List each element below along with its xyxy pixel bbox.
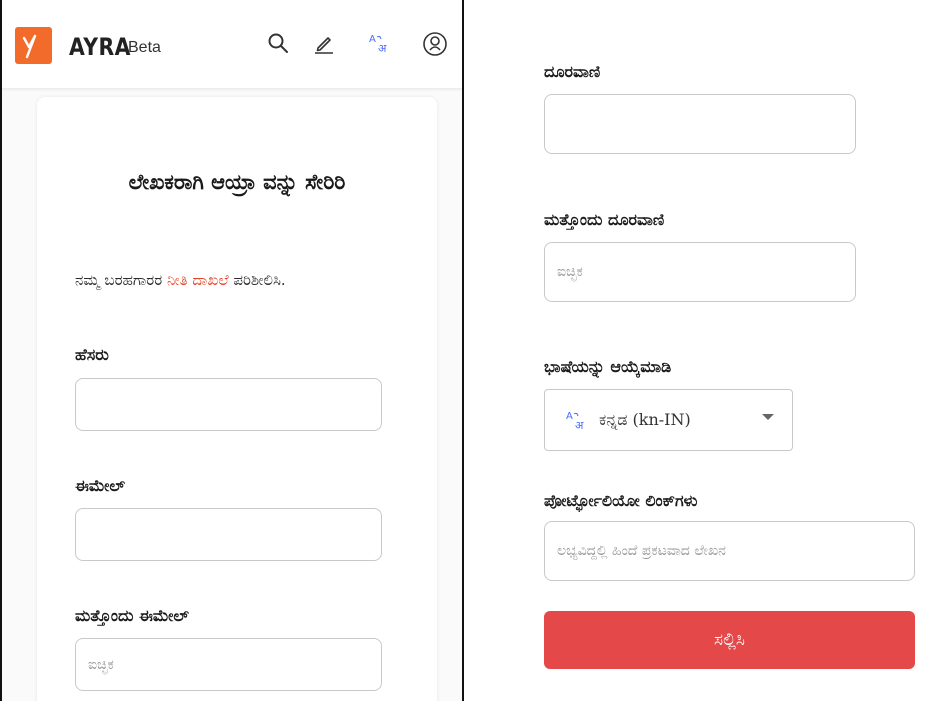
phone-label: ದೂರವಾಣಿ [544,62,601,81]
alt-phone-label: ಮತ್ತೊಂದು ದೂರವಾಣಿ [544,210,665,229]
svg-text:अ: अ [378,42,387,55]
alt-email-input[interactable]: ಐಚ್ಛಿಕ [75,638,382,691]
search-icon[interactable] [266,31,290,55]
alt-email-label: ಮತ್ತೊಂದು ಈಮೇಲ್ [75,606,189,625]
page-title: ಲೇಖಕರಾಗಿ ಆಯ್ರಾ ವನ್ನು ಸೇರಿರಿ [128,170,346,194]
svg-text:A: A [566,411,573,422]
language-select[interactable]: A अ ಕನ್ನಡ (kn-IN) [544,389,793,451]
translate-icon: A अ [566,411,584,432]
policy-prefix: ನಮ್ಮ ಬರಹಗಾರರ [75,271,167,289]
translate-icon[interactable]: A अ [368,31,392,55]
beta-badge: Beta [128,39,161,56]
account-icon[interactable] [422,31,448,57]
edit-icon[interactable] [312,31,336,55]
name-input[interactable] [75,378,382,431]
right-panel: ದೂರವಾಣಿ ಮತ್ತೊಂದು ದೂರವಾಣಿ ಐಚ್ಛಿಕ ಭಾಷೆಯನ್ನ… [464,0,948,701]
policy-text: ನಮ್ಮ ಬರಹಗಾರರ ನೀತಿ ದಾಖಲೆ ಪರಿಶೀಲಿಸಿ. [75,271,286,289]
alt-phone-input[interactable]: ಐಚ್ಛಿಕ [544,242,856,302]
svg-text:A: A [369,34,376,45]
ayra-logo-icon[interactable] [15,27,52,64]
alt-email-placeholder: ಐಚ್ಛಿಕ [88,656,114,673]
top-bar: AYRA Beta A अ [2,0,462,89]
chevron-down-icon[interactable] [762,414,774,420]
email-input[interactable] [75,508,382,561]
language-label: ಭಾಷೆಯನ್ನು ಆಯ್ಕೆಮಾಡಿ [544,357,672,376]
portfolio-label: ಪೋರ್ಟ್ಫೋಲಿಯೋ ಲಿಂಕ್‌ಗಳು [544,491,698,510]
policy-link[interactable]: ನೀತಿ ದಾಖಲೆ [167,271,229,289]
svg-text:अ: अ [575,419,584,432]
left-panel: AYRA Beta A अ ಲೇಖಕರಾಗಿ ಆಯ್ರಾ ವನ್ನು ಸೇರಿರ… [0,0,464,701]
phone-input[interactable] [544,94,856,154]
portfolio-input[interactable]: ಲಭ್ಯವಿದ್ದಲ್ಲಿ ಹಿಂದೆ ಪ್ರಕಟವಾದ ಲೇಖನ [544,521,915,581]
brand-name: AYRA [69,33,131,61]
language-selected: ಕನ್ನಡ (kn-IN) [599,410,691,429]
submit-button[interactable]: ಸಲ್ಲಿಸಿ [544,611,915,669]
policy-suffix: ಪರಿಶೀಲಿಸಿ. [228,271,286,289]
portfolio-placeholder: ಲಭ್ಯವಿದ್ದಲ್ಲಿ ಹಿಂದೆ ಪ್ರಕಟವಾದ ಲೇಖನ [557,543,726,559]
email-label: ಈಮೇಲ್ [75,476,125,495]
name-label: ಹೆಸರು [75,345,109,364]
alt-phone-placeholder: ಐಚ್ಛಿಕ [557,264,583,280]
